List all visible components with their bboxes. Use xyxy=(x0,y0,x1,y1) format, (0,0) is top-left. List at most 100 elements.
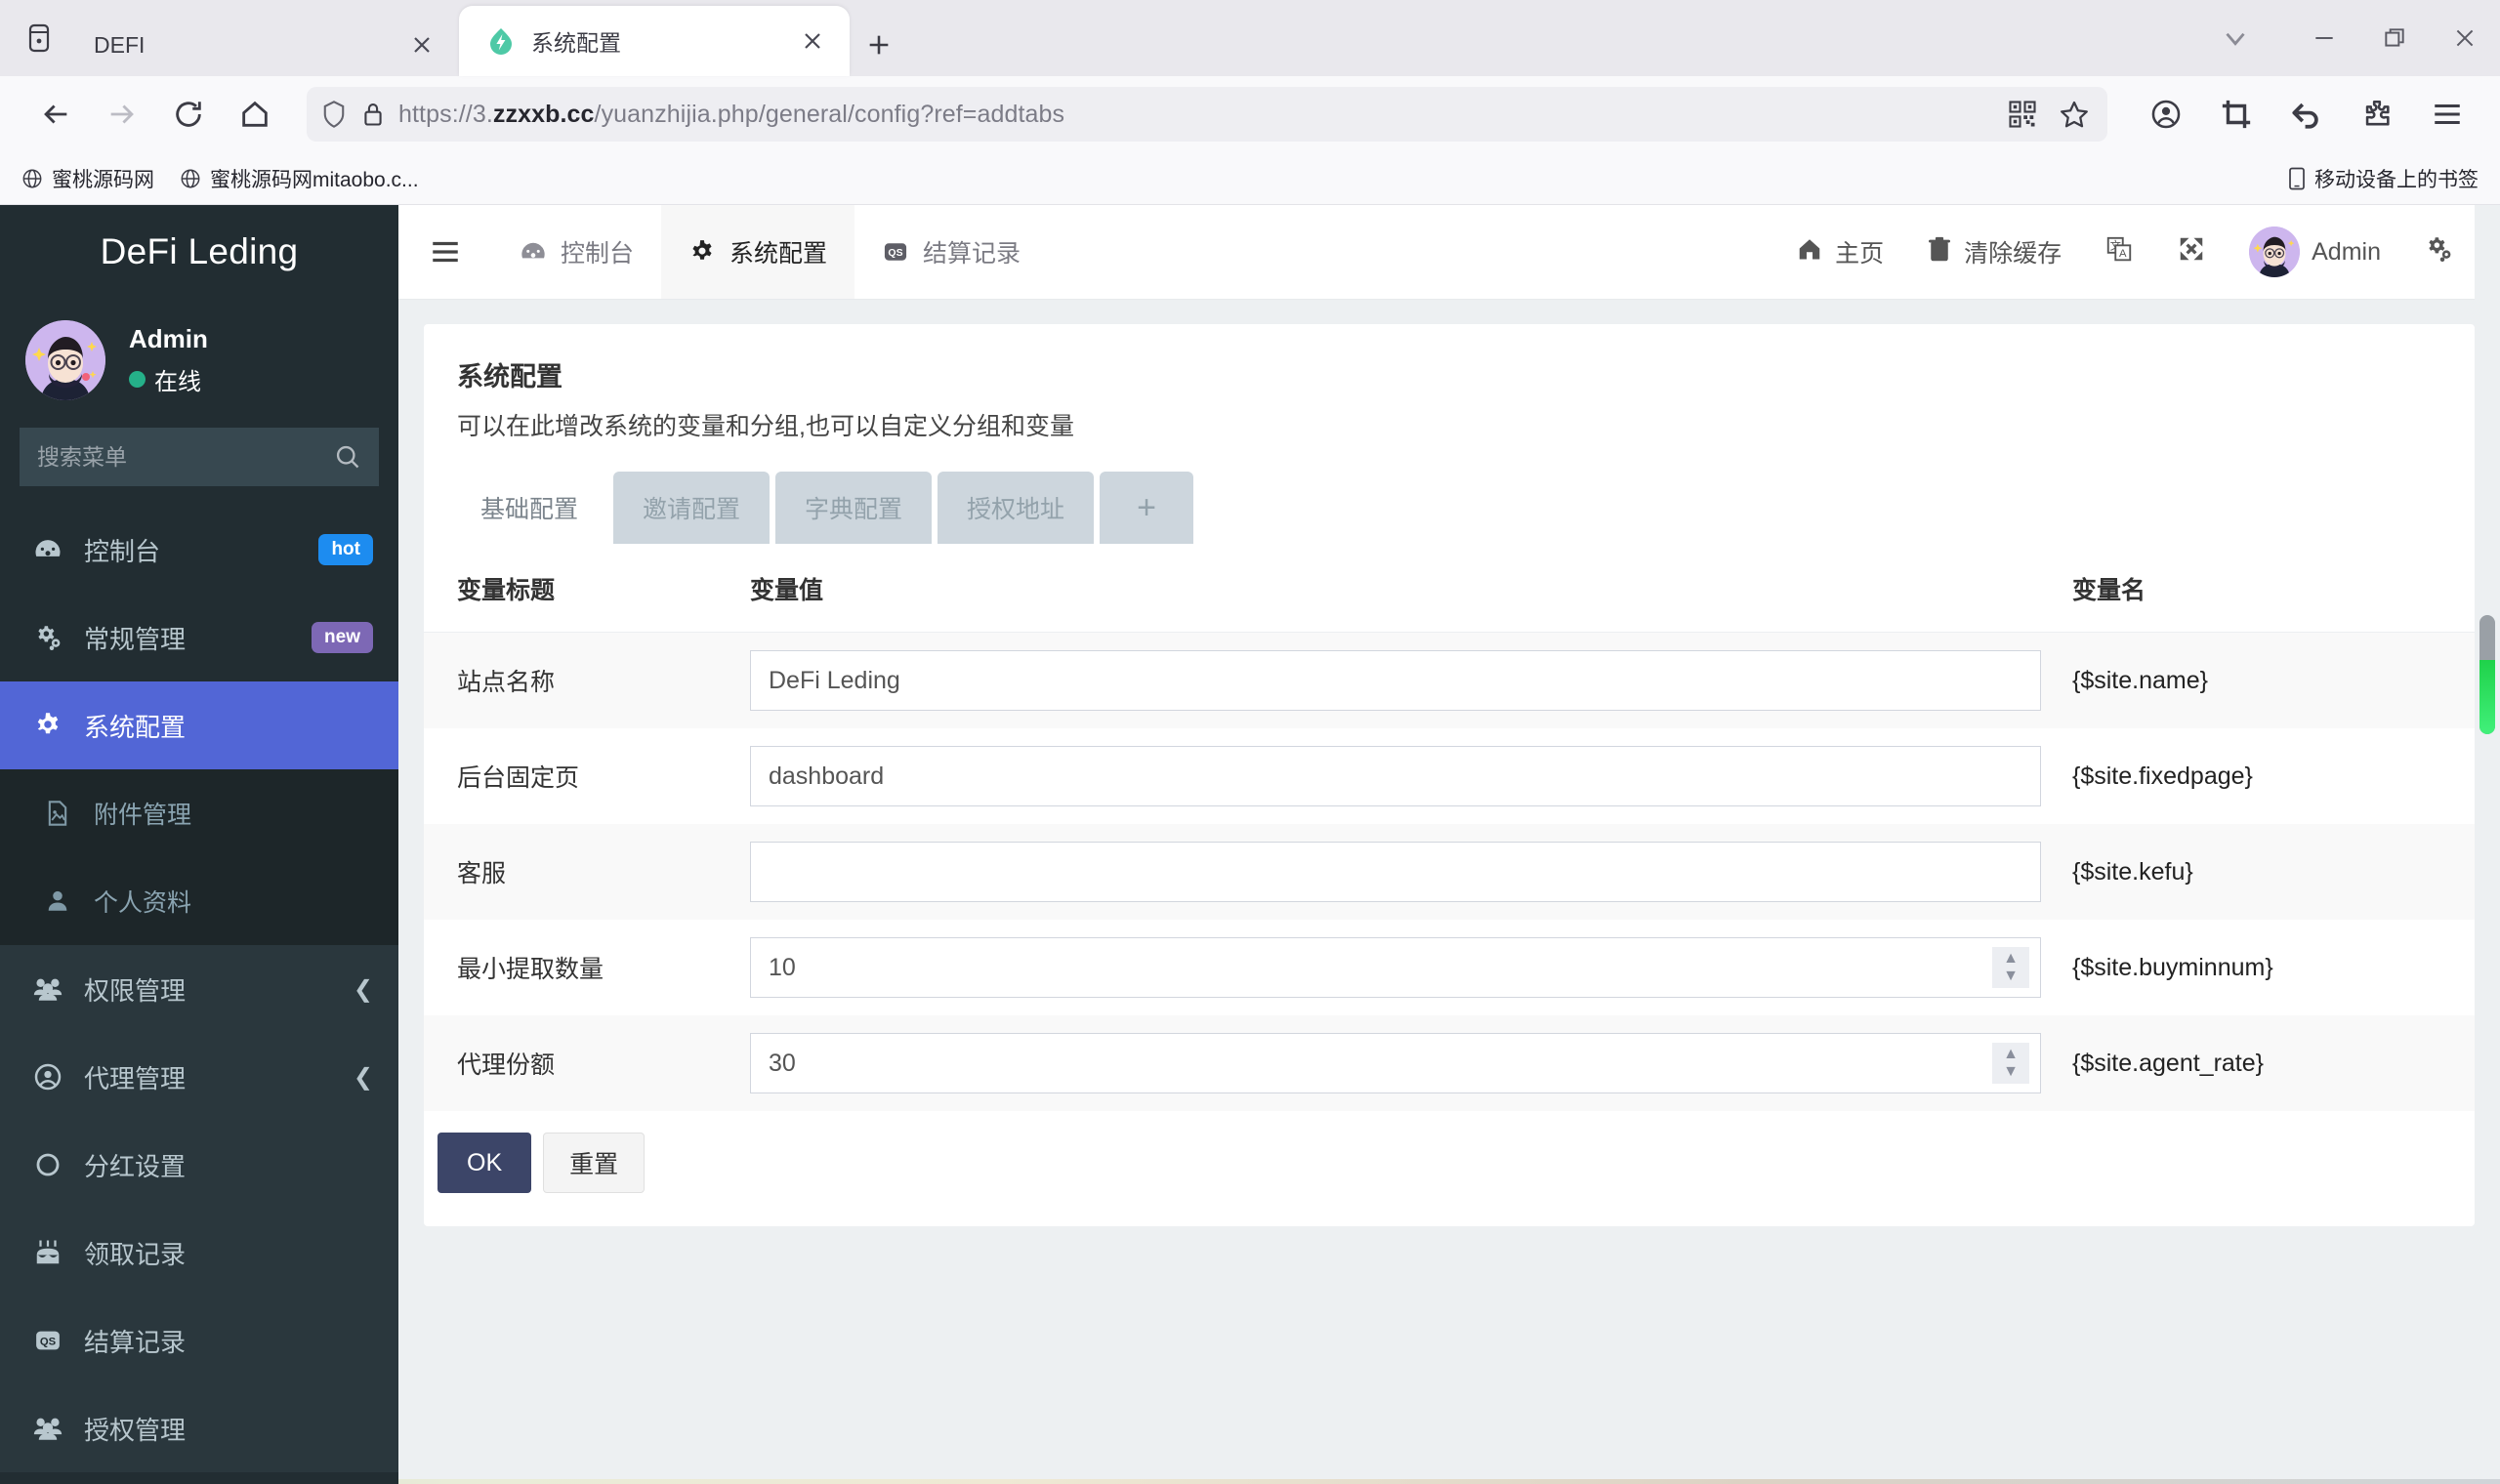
row-value-cell: ▲ ▼ xyxy=(736,1015,2064,1111)
browser-menu-icon[interactable] xyxy=(2420,87,2475,142)
sidebar-item-permissions[interactable]: 权限管理 ❮ xyxy=(0,945,398,1033)
sidebar-search[interactable] xyxy=(20,428,379,486)
sidebar-item-label: 控制台 xyxy=(84,536,161,566)
sidebar-item-dashboard[interactable]: 控制台 hot xyxy=(0,506,398,594)
close-icon[interactable] xyxy=(404,27,439,62)
tab-invite-config[interactable]: 邀请配置 xyxy=(613,472,771,544)
reset-button[interactable]: 重置 xyxy=(543,1133,646,1193)
settings-button[interactable] xyxy=(2402,205,2475,299)
bookmark-star-icon[interactable] xyxy=(2059,99,2090,130)
page-viewport: DeFi Leding Admin 在线 搜索菜单 控制台 hot 常规管理 n… xyxy=(0,205,2500,1484)
row-varname: {$site.fixedpage} xyxy=(2072,762,2253,790)
sidebar-item-profile[interactable]: 个人资料 xyxy=(0,857,398,945)
forward-button[interactable] xyxy=(92,84,152,144)
sidebar-item-label: 授权管理 xyxy=(84,1415,187,1445)
address-bar[interactable]: https://3.zzxxb.cc/yuanzhijia.php/genera… xyxy=(307,87,2107,142)
gear-icon xyxy=(688,238,716,266)
fixedpage-input[interactable] xyxy=(750,746,2041,806)
sidebar-item-attachments[interactable]: 附件管理 xyxy=(0,769,398,857)
sidebar-user-info: Admin 在线 xyxy=(129,324,208,396)
kefu-input[interactable] xyxy=(750,842,2041,902)
row-varname: {$site.buyminnum} xyxy=(2072,953,2273,981)
agent-rate-field: ▲ ▼ xyxy=(750,1033,2041,1093)
chevron-down-icon[interactable] xyxy=(2182,9,2289,67)
extensions-puzzle-icon[interactable] xyxy=(2350,87,2404,142)
home-link[interactable]: 主页 xyxy=(1774,205,1905,299)
bolt-droplet-icon xyxy=(484,24,518,58)
browser-tab-1[interactable]: DEFI xyxy=(68,14,459,76)
close-window-button[interactable] xyxy=(2430,9,2500,67)
language-switch-button[interactable]: 文A xyxy=(2083,205,2155,299)
search-icon[interactable] xyxy=(334,443,361,471)
clear-cache-button[interactable]: 清除缓存 xyxy=(1905,205,2083,299)
sidebar-item-dividend[interactable]: 分红设置 xyxy=(0,1121,398,1209)
add-tab-button[interactable]: + xyxy=(1100,472,1194,544)
profile-icon[interactable] xyxy=(2139,87,2193,142)
agent-rate-input[interactable] xyxy=(750,1033,2041,1093)
site-name-input[interactable] xyxy=(750,650,2041,711)
sidebar-item-agents[interactable]: 代理管理 ❮ xyxy=(0,1033,398,1121)
url-host: zzxxb.cc xyxy=(492,100,595,128)
table-row: 站点名称 {$site.name} xyxy=(424,632,2475,728)
reload-button[interactable] xyxy=(158,84,219,144)
nav-tab-system-config[interactable]: 系统配置 xyxy=(661,205,855,299)
chevron-down-icon[interactable]: ▼ xyxy=(2003,1064,2019,1080)
close-icon[interactable] xyxy=(795,23,830,59)
quantity-stepper[interactable]: ▲ ▼ xyxy=(1992,947,2029,988)
column-header-name: 变量名 xyxy=(2064,544,2475,633)
new-tab-button[interactable] xyxy=(850,14,908,76)
row-title: 代理份额 xyxy=(457,1051,556,1079)
tab-label: 邀请配置 xyxy=(643,496,741,523)
sidebar-item-label: 个人资料 xyxy=(94,889,192,917)
nav-tab-dashboard[interactable]: 控制台 xyxy=(492,205,661,299)
quantity-stepper[interactable]: ▲ ▼ xyxy=(1992,1043,2029,1084)
bookmark-label: 蜜桃源码网 xyxy=(52,168,154,191)
page-scrollbar[interactable] xyxy=(2475,205,2500,1484)
sidebar-item-claim-records[interactable]: 领取记录 xyxy=(0,1209,398,1297)
sidebar-item-settlement-records[interactable]: QS 结算记录 xyxy=(0,1297,398,1384)
qrcode-icon[interactable] xyxy=(2008,100,2037,129)
home-button[interactable] xyxy=(225,84,285,144)
chevron-up-icon[interactable]: ▲ xyxy=(2003,951,2019,967)
sidebar-item-label: 系统配置 xyxy=(84,712,187,742)
bookmark-item-2[interactable]: 蜜桃源码网mitaobo.c... xyxy=(180,164,419,193)
back-button[interactable] xyxy=(25,84,86,144)
sidebar-user-panel: Admin 在线 xyxy=(0,299,398,422)
nav-tab-label: 控制台 xyxy=(561,240,635,268)
minimize-button[interactable] xyxy=(2289,9,2359,67)
sidebar-menu: 控制台 hot 常规管理 new 系统配置 附件管理 个人资料 权限管理 ❮ 代… xyxy=(0,506,398,1484)
nav-tab-settlement[interactable]: QS 结算记录 xyxy=(854,205,1048,299)
bookmark-label: 蜜桃源码网mitaobo.c... xyxy=(210,168,419,191)
page-title: 系统配置 xyxy=(457,362,562,392)
sidebar-toggle-button[interactable] xyxy=(398,205,492,299)
browser-tab-2[interactable]: 系统配置 xyxy=(459,6,850,76)
sidebar-item-label: 分红设置 xyxy=(84,1151,187,1181)
sidebar-username: Admin xyxy=(129,324,208,353)
search-input[interactable] xyxy=(37,443,334,471)
row-title: 后台固定页 xyxy=(457,764,580,792)
tab-auth-address[interactable]: 授权地址 xyxy=(938,472,1095,544)
tab-dict-config[interactable]: 字典配置 xyxy=(775,472,933,544)
buyminnum-input[interactable] xyxy=(750,937,2041,998)
undo-arrow-icon[interactable] xyxy=(2279,87,2334,142)
chevron-up-icon[interactable]: ▲ xyxy=(2003,1047,2019,1062)
user-menu[interactable]: Admin xyxy=(2228,205,2402,299)
svg-text:QS: QS xyxy=(888,247,902,259)
sidebar-item-authorization[interactable]: 授权管理 xyxy=(0,1384,398,1472)
screenshot-crop-icon[interactable] xyxy=(2209,87,2264,142)
sidebar-item-label: 领取记录 xyxy=(84,1239,187,1269)
scrollbar-thumb[interactable] xyxy=(2479,615,2495,734)
tab-basic-config[interactable]: 基础配置 xyxy=(451,472,608,544)
maximize-button[interactable] xyxy=(2359,9,2430,67)
url-text: https://3.zzxxb.cc/yuanzhijia.php/genera… xyxy=(398,101,1994,129)
chevron-down-icon[interactable]: ▼ xyxy=(2003,969,2019,984)
sidebar-item-system-config[interactable]: 系统配置 xyxy=(0,681,398,769)
sidebar-item-general[interactable]: 常规管理 new xyxy=(0,594,398,681)
mobile-bookmarks-item[interactable]: 移动设备上的书签 xyxy=(2287,164,2479,193)
browser-app-icon xyxy=(10,0,68,76)
bookmark-item-1[interactable]: 蜜桃源码网 xyxy=(21,164,154,193)
save-button[interactable]: OK xyxy=(438,1133,532,1193)
fullscreen-button[interactable] xyxy=(2155,205,2228,299)
app-brand[interactable]: DeFi Leding xyxy=(0,205,398,299)
avatar[interactable] xyxy=(25,320,105,400)
